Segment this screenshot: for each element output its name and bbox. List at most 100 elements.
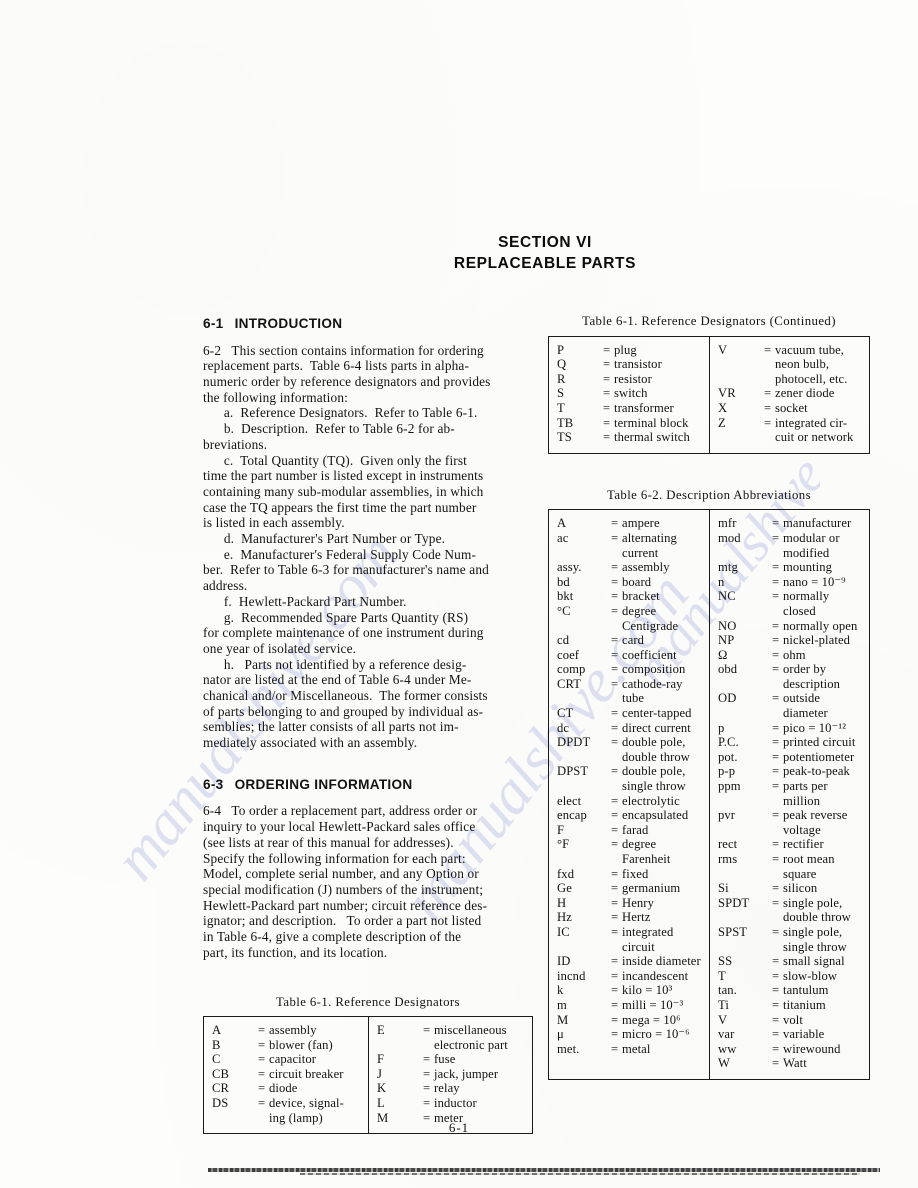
equals-sign: = bbox=[764, 400, 772, 415]
abbreviation-row: P = plug bbox=[557, 343, 705, 358]
abbreviation-symbol: IC bbox=[557, 924, 570, 939]
abbreviation-symbol: bkt bbox=[557, 589, 574, 604]
abbreviation-definition: relay bbox=[434, 1081, 460, 1096]
equals-sign: = bbox=[603, 371, 611, 386]
paragraph-6-4: 6-4 To order a replacement part, address… bbox=[203, 803, 488, 960]
abbreviation-symbol: m bbox=[557, 997, 567, 1012]
abbreviation-definition: inductor bbox=[434, 1096, 477, 1111]
abbreviation-symbol: cd bbox=[557, 633, 570, 648]
abbreviation-row: μ = micro = 10⁻⁶ bbox=[557, 1027, 705, 1042]
abbreviation-row: K = relay bbox=[377, 1081, 528, 1096]
abbreviation-row: B = blower (fan) bbox=[212, 1038, 364, 1053]
abbreviation-row: p = pico = 10⁻¹² bbox=[718, 721, 865, 736]
abbreviation-symbol: OD bbox=[718, 691, 737, 706]
abbreviation-symbol: elect bbox=[557, 793, 582, 808]
abbreviation-definition: Henry bbox=[622, 895, 654, 910]
abbreviation-definition: metal bbox=[622, 1041, 651, 1056]
page-title: SECTION VI REPLACEABLE PARTS bbox=[380, 232, 710, 274]
abbreviation-definition: order by description bbox=[783, 662, 841, 691]
abbreviation-row: Si = silicon bbox=[718, 881, 865, 896]
equals-sign: = bbox=[772, 895, 780, 910]
abbreviation-row: p-p = peak-to-peak bbox=[718, 764, 865, 779]
abbreviation-definition: composition bbox=[622, 662, 686, 677]
abbreviation-definition: micro = 10⁻⁶ bbox=[622, 1027, 690, 1042]
abbreviation-definition: pico = 10⁻¹² bbox=[783, 720, 847, 735]
equals-sign: = bbox=[772, 954, 780, 969]
abbreviation-symbol: mtg bbox=[718, 560, 738, 575]
abbreviation-definition: single pole, double throw bbox=[783, 895, 852, 925]
paragraph-6-2: 6-2 This section contains information fo… bbox=[203, 342, 491, 751]
abbreviation-symbol: p-p bbox=[718, 764, 736, 779]
abbreviation-row: assy. = assembly bbox=[557, 560, 705, 575]
abbreviation-definition: cathode-ray tube bbox=[622, 676, 683, 706]
abbreviation-row: F = fuse bbox=[377, 1052, 528, 1067]
abbreviation-definition: ampere bbox=[622, 516, 660, 531]
abbreviation-symbol: incnd bbox=[557, 968, 586, 983]
abbreviation-symbol: rms bbox=[718, 852, 738, 866]
abbreviation-row: rms = root mean square bbox=[718, 852, 865, 881]
abbreviation-row: n = nano = 10⁻⁹ bbox=[718, 575, 865, 590]
equals-sign: = bbox=[764, 415, 772, 430]
abbreviation-row: pot. = potentiometer bbox=[718, 750, 865, 765]
abbreviation-symbol: °C bbox=[557, 603, 571, 618]
equals-sign: = bbox=[772, 764, 780, 779]
abbreviation-symbol: mod bbox=[718, 530, 741, 545]
abbreviation-symbol: TB bbox=[557, 415, 574, 430]
equals-sign: = bbox=[611, 1027, 619, 1042]
equals-sign: = bbox=[772, 1027, 780, 1042]
abbreviation-symbol: k bbox=[557, 983, 564, 998]
equals-sign: = bbox=[611, 1041, 619, 1056]
equals-sign: = bbox=[611, 764, 619, 779]
abbreviation-definition: circuit breaker bbox=[269, 1066, 344, 1081]
abbreviation-symbol: mfr bbox=[718, 516, 737, 531]
section-number-title: SECTION VI bbox=[498, 234, 592, 251]
abbreviation-row: ac = alternating current bbox=[557, 531, 705, 560]
right-table-column: Table 6-1. Reference Designators (Contin… bbox=[548, 314, 870, 1080]
abbreviation-definition: terminal block bbox=[614, 415, 689, 430]
abbreviation-row: encap = encapsulated bbox=[557, 808, 705, 823]
equals-sign: = bbox=[772, 881, 780, 896]
heading-6-3-title: ORDERING INFORMATION bbox=[234, 776, 413, 792]
equals-sign: = bbox=[603, 357, 611, 372]
abbreviation-definition: transformer bbox=[614, 400, 674, 415]
abbreviation-definition: board bbox=[622, 574, 652, 589]
abbreviation-symbol: T bbox=[557, 400, 565, 415]
abbreviation-symbol: var bbox=[718, 1027, 735, 1042]
abbreviation-definition: direct current bbox=[622, 720, 691, 735]
abbreviation-symbol: coef bbox=[557, 647, 580, 662]
abbreviation-row: mfr = manufacturer bbox=[718, 516, 865, 531]
equals-sign: = bbox=[611, 662, 619, 677]
equals-sign: = bbox=[772, 808, 780, 823]
abbreviation-row: °F = degree Farenheit bbox=[557, 837, 705, 866]
abbreviation-symbol: L bbox=[377, 1096, 385, 1111]
abbreviation-symbol: W bbox=[718, 1056, 730, 1071]
table-6-2-left-col: A = ampere ac = alternating current assy. = asse… bbox=[549, 510, 709, 1079]
equals-sign: = bbox=[611, 924, 619, 939]
abbreviation-definition: thermal switch bbox=[614, 430, 690, 445]
abbreviation-symbol: Ti bbox=[718, 997, 729, 1012]
abbreviation-symbol: ac bbox=[557, 530, 569, 545]
abbreviation-symbol: assy. bbox=[557, 560, 582, 575]
abbreviation-row: CR = diode bbox=[212, 1081, 364, 1096]
equals-sign: = bbox=[772, 589, 780, 604]
abbreviation-row: ppm = parts per million bbox=[718, 779, 865, 808]
abbreviation-row: bkt = bracket bbox=[557, 589, 705, 604]
section-name-title: REPLACEABLE PARTS bbox=[453, 255, 637, 272]
equals-sign: = bbox=[611, 589, 619, 604]
abbreviation-symbol: VR bbox=[718, 386, 736, 401]
abbreviation-symbol: H bbox=[557, 895, 567, 910]
abbreviation-symbol: rect bbox=[718, 837, 738, 852]
abbreviation-definition: printed circuit bbox=[783, 735, 856, 750]
equals-sign: = bbox=[423, 1023, 431, 1038]
abbreviation-definition: miscellaneous electronic part bbox=[434, 1023, 508, 1052]
abbreviation-symbol: P bbox=[557, 342, 565, 357]
equals-sign: = bbox=[611, 603, 619, 618]
abbreviation-definition: degree Centigrade bbox=[622, 603, 679, 633]
abbreviation-row: OD = outside diameter bbox=[718, 691, 865, 720]
abbreviation-row: SS = small signal bbox=[718, 954, 865, 969]
equals-sign: = bbox=[611, 720, 619, 735]
equals-sign: = bbox=[423, 1096, 431, 1111]
abbreviation-definition: ohm bbox=[783, 647, 806, 662]
abbreviation-definition: normally open bbox=[783, 618, 858, 633]
